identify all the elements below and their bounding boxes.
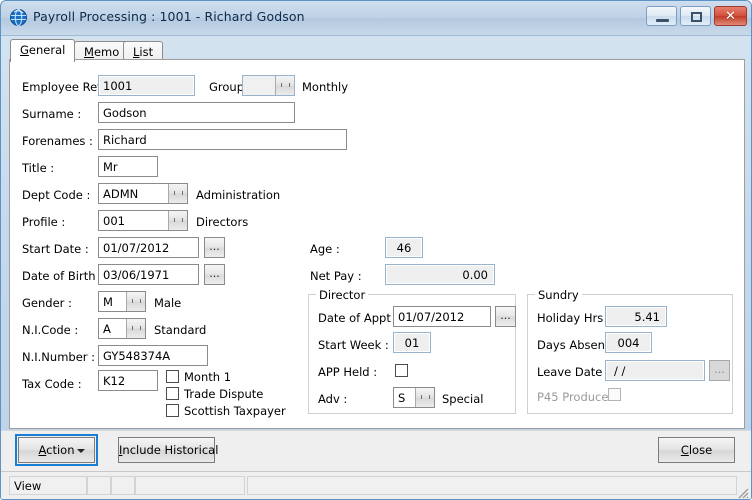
surname-input[interactable]: Godson	[98, 102, 295, 123]
sundry-group-title: Sundry	[535, 288, 582, 302]
tax-code-input[interactable]: K12	[98, 370, 158, 391]
month1-checkbox[interactable]	[166, 370, 179, 383]
include-historical-button[interactable]: Include Historical	[118, 437, 219, 463]
dept-code-label: Dept Code :	[22, 188, 91, 202]
close-window-button[interactable]: ✕	[714, 6, 747, 26]
group-combo[interactable]	[242, 75, 295, 96]
start-week-input[interactable]: 01	[393, 332, 431, 353]
gender-value: M	[103, 295, 113, 309]
employee-ref-label: Employee Ref :	[22, 80, 109, 94]
start-date-browse-button[interactable]: ...	[204, 237, 225, 258]
maximize-button[interactable]	[680, 6, 711, 26]
group-suffix-label: Monthly	[302, 80, 349, 94]
leave-date-input[interactable]: / /	[605, 360, 705, 381]
start-week-label: Start Week :	[318, 338, 389, 352]
maximize-icon	[691, 12, 702, 22]
chevron-down-icon[interactable]	[126, 292, 145, 311]
profile-label: Profile :	[22, 215, 66, 229]
chevron-down-icon	[77, 449, 85, 453]
profile-suffix-label: Directors	[196, 215, 249, 229]
leave-date-label: Leave Date :	[537, 365, 610, 379]
adv-value: S	[398, 391, 406, 405]
ni-code-value: A	[103, 322, 111, 336]
action-button[interactable]: Action	[15, 434, 98, 466]
age-input: 46	[385, 237, 423, 258]
status-panel-5	[247, 476, 737, 495]
start-date-label: Start Date :	[22, 242, 89, 256]
status-panel-4	[135, 476, 245, 495]
title-input[interactable]: Mr	[98, 156, 158, 177]
gender-suffix-label: Male	[154, 296, 182, 310]
include-historical-label: Include Historical	[119, 443, 219, 457]
bottom-button-bar: Action Include Historical ? Close	[1, 430, 751, 472]
adv-label: Adv :	[318, 392, 348, 406]
scottish-taxpayer-label: Scottish Taxpayer	[184, 404, 286, 418]
tax-code-label: Tax Code :	[22, 377, 82, 391]
holiday-hrs-input[interactable]: 5.41	[605, 306, 667, 327]
ni-number-input[interactable]: GY548374A	[98, 345, 208, 366]
leave-date-browse-button: ...	[709, 360, 730, 381]
date-of-birth-input[interactable]: 03/06/1971	[98, 264, 199, 285]
gender-label: Gender :	[22, 296, 72, 310]
ni-code-label: N.I.Code :	[22, 323, 79, 337]
forenames-input[interactable]: Richard	[98, 129, 347, 150]
close-button[interactable]: Close	[658, 437, 735, 463]
payroll-processing-window: Payroll Processing : 1001 - Richard Gods…	[0, 0, 752, 500]
statusbar: View	[1, 471, 751, 499]
status-panel-3	[111, 476, 135, 495]
status-panel-view: View	[9, 476, 87, 495]
month1-label: Month 1	[184, 370, 232, 384]
app-held-checkbox[interactable]	[395, 364, 408, 377]
adv-suffix-label: Special	[442, 392, 484, 406]
chevron-down-icon[interactable]	[415, 388, 434, 407]
dept-code-value: ADMN	[103, 187, 139, 201]
title-label: Title :	[22, 161, 55, 175]
surname-label: Surname :	[22, 107, 82, 121]
status-panel-2	[87, 476, 111, 495]
adv-combo[interactable]: S	[393, 387, 435, 408]
date-of-birth-label: Date of Birth :	[22, 269, 104, 283]
scottish-taxpayer-checkbox[interactable]	[166, 404, 179, 417]
p45-produced-checkbox	[608, 388, 621, 401]
profile-combo[interactable]: 001	[98, 210, 188, 231]
close-icon: ✕	[725, 9, 736, 24]
date-of-birth-browse-button[interactable]: ...	[204, 264, 225, 285]
days-absent-input[interactable]: 004	[605, 332, 652, 353]
dept-code-suffix-label: Administration	[196, 188, 281, 202]
trade-dispute-label: Trade Dispute	[184, 387, 264, 401]
net-pay-input: 0.00	[385, 264, 495, 285]
chevron-down-icon[interactable]	[275, 76, 294, 95]
net-pay-label: Net Pay :	[310, 269, 362, 283]
dept-code-combo[interactable]: ADMN	[98, 183, 188, 204]
app-globe-icon	[10, 9, 27, 26]
minimize-button[interactable]	[646, 6, 677, 26]
ni-number-label: N.I.Number :	[22, 350, 96, 364]
holiday-hrs-label: Holiday Hrs :	[537, 311, 611, 325]
trade-dispute-checkbox[interactable]	[166, 387, 179, 400]
date-of-appt-browse-button[interactable]: ...	[495, 306, 516, 327]
chevron-down-icon[interactable]	[168, 184, 187, 203]
window-titlebar[interactable]: Payroll Processing : 1001 - Richard Gods…	[1, 1, 751, 36]
date-of-appt-label: Date of Appt :	[318, 311, 399, 325]
close-button-label: Close	[680, 443, 713, 457]
forenames-label: Forenames :	[22, 134, 93, 148]
action-button-label: Action	[38, 443, 75, 457]
general-tab-panel: Employee Ref : 1001 Group : Monthly Surn…	[9, 59, 745, 429]
tab-general[interactable]: General	[10, 39, 76, 62]
app-held-label: APP Held :	[318, 365, 378, 379]
resize-grip-icon[interactable]	[736, 486, 749, 499]
ni-code-suffix-label: Standard	[154, 323, 207, 337]
minimize-icon	[656, 19, 669, 22]
window-title: Payroll Processing : 1001 - Richard Gods…	[33, 9, 305, 24]
ni-code-combo[interactable]: A	[98, 318, 146, 339]
age-label: Age :	[310, 242, 340, 256]
director-group-title: Director	[316, 288, 369, 302]
date-of-appt-input[interactable]: 01/07/2012	[393, 306, 491, 327]
profile-value: 001	[103, 214, 125, 228]
chevron-down-icon[interactable]	[126, 319, 145, 338]
chevron-down-icon[interactable]	[168, 211, 187, 230]
gender-combo[interactable]: M	[98, 291, 146, 312]
start-date-input[interactable]: 01/07/2012	[98, 237, 199, 258]
employee-ref-input[interactable]: 1001	[98, 75, 195, 96]
